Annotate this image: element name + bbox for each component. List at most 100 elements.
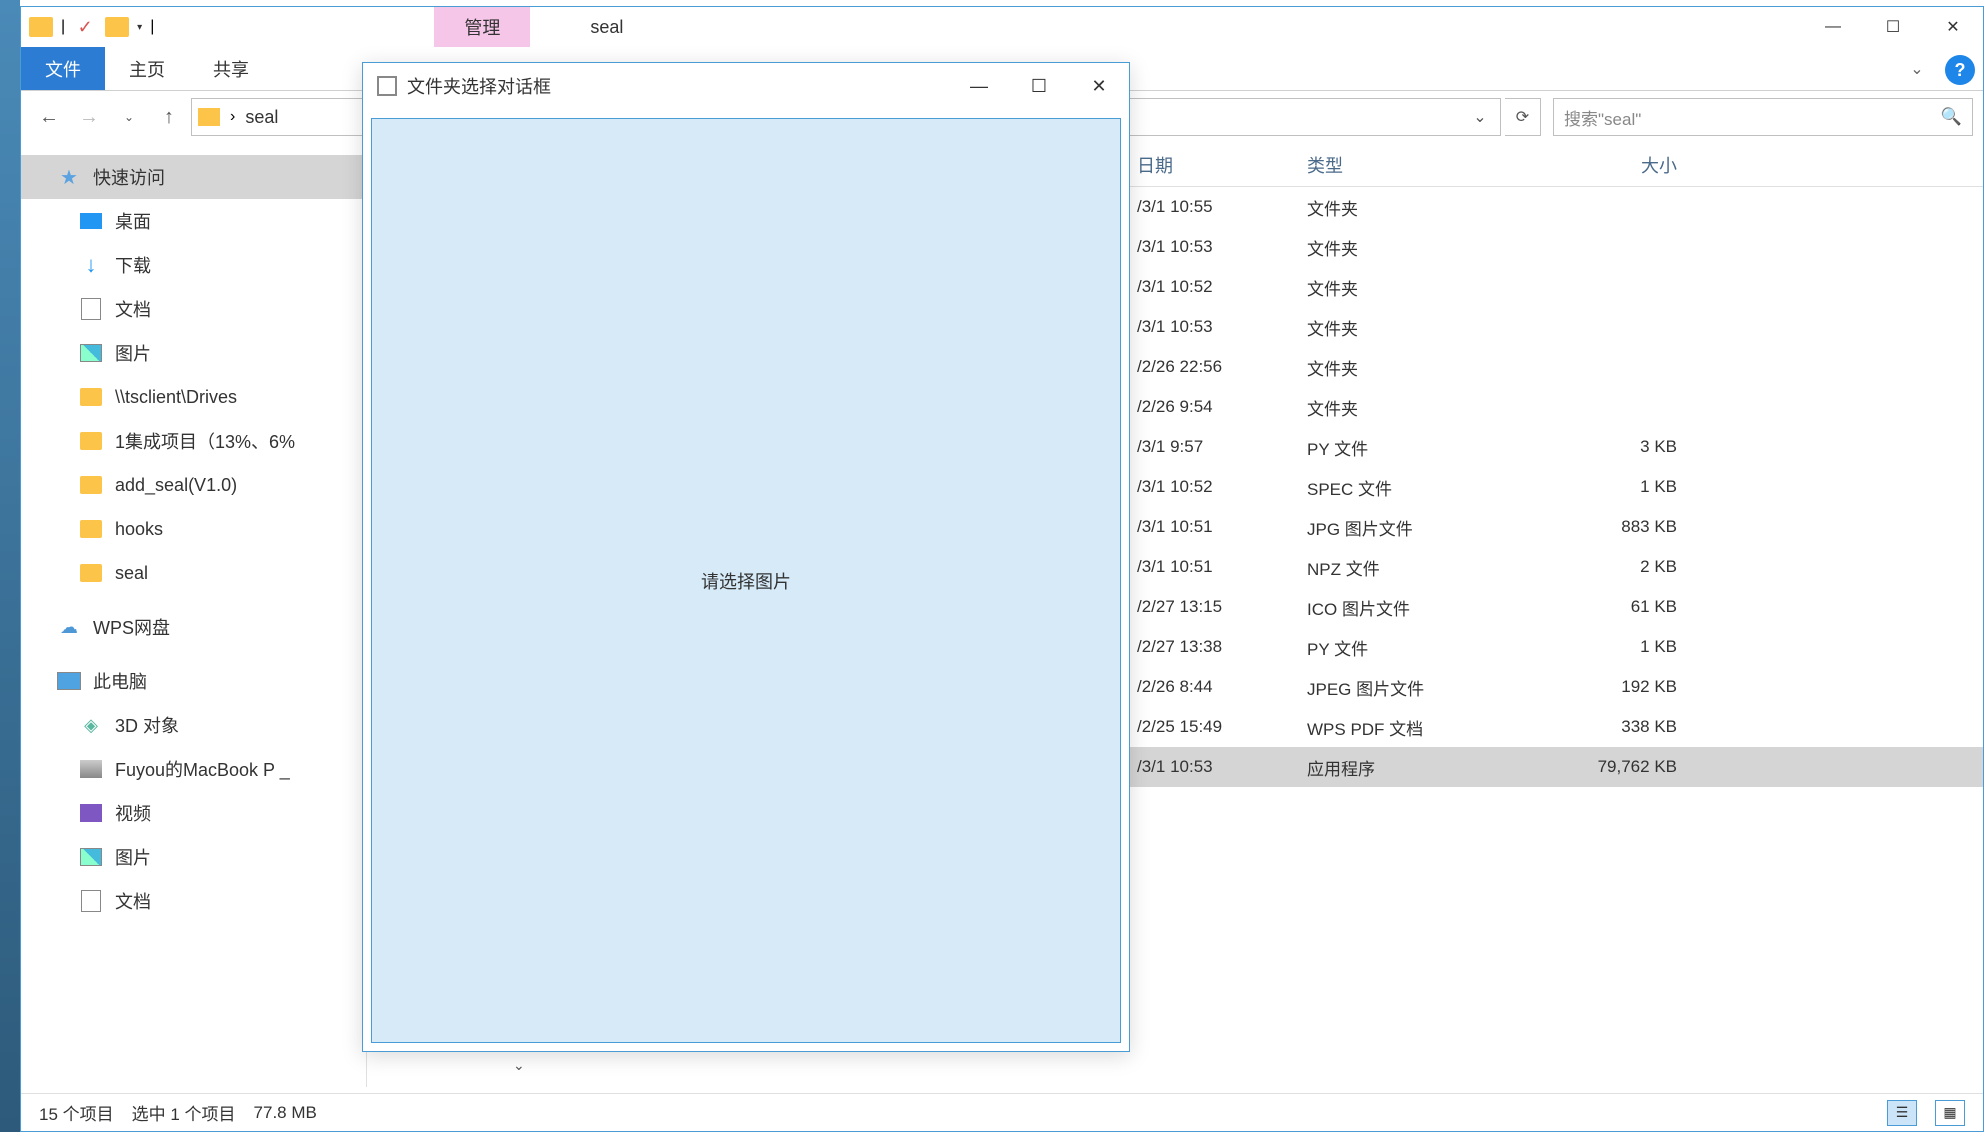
separator: | — [61, 18, 65, 36]
file-size: 2 KB — [1537, 557, 1697, 577]
sidebar-video[interactable]: 视频 — [21, 791, 366, 835]
close-button[interactable]: ✕ — [1923, 7, 1983, 47]
sidebar-label: 快速访问 — [93, 164, 165, 190]
recent-dropdown[interactable]: ⌄ — [111, 99, 147, 135]
sidebar-label: \\tsclient\Drives — [115, 387, 237, 408]
header-size[interactable]: 大小 — [1537, 152, 1697, 178]
pictures-icon — [79, 341, 103, 365]
minimize-button[interactable]: — — [949, 63, 1009, 109]
share-tab[interactable]: 共享 — [189, 47, 273, 90]
minimize-button[interactable]: — — [1803, 7, 1863, 47]
sidebar-label: 文档 — [115, 296, 151, 322]
file-date: /3/1 10:51 — [1127, 517, 1307, 537]
collapse-ribbon-icon[interactable]: ⌄ — [1897, 47, 1937, 90]
search-input[interactable]: 搜索"seal" 🔍 — [1553, 98, 1973, 136]
file-date: /2/26 22:56 — [1127, 357, 1307, 377]
folder-icon[interactable] — [105, 17, 129, 37]
sidebar-label: seal — [115, 563, 148, 584]
address-dropdown-icon[interactable]: ⌄ — [1466, 99, 1494, 135]
file-date: /3/1 10:51 — [1127, 557, 1307, 577]
file-size: 883 KB — [1537, 517, 1697, 537]
sidebar-thispc[interactable]: 此电脑 — [21, 659, 366, 703]
sidebar-addseal[interactable]: add_seal(V1.0) — [21, 463, 366, 507]
3d-icon: ◈ — [79, 713, 103, 737]
sidebar-mac[interactable]: Fuyou的MacBook P _ — [21, 747, 366, 791]
forward-button[interactable]: → — [71, 99, 107, 135]
file-date: /2/26 8:44 — [1127, 677, 1307, 697]
sidebar-label: hooks — [115, 519, 163, 540]
status-selected: 选中 1 个项目 — [132, 1100, 236, 1125]
breadcrumb-segment[interactable]: seal — [245, 107, 278, 128]
file-type: ICO 图片文件 — [1307, 595, 1537, 620]
home-tab[interactable]: 主页 — [105, 47, 189, 90]
manage-tab[interactable]: 管理 — [434, 7, 530, 47]
file-type: NPZ 文件 — [1307, 555, 1537, 580]
sidebar-pictures2[interactable]: 图片 — [21, 835, 366, 879]
desktop-sliver — [0, 0, 20, 1132]
sidebar-hooks[interactable]: hooks — [21, 507, 366, 551]
file-size: 79,762 KB — [1537, 757, 1697, 777]
dropdown-icon[interactable]: ▾ — [137, 22, 142, 33]
file-date: /2/27 13:15 — [1127, 597, 1307, 617]
sidebar-label: 视频 — [115, 800, 151, 826]
details-view-button[interactable]: ☰ — [1887, 1100, 1917, 1126]
sidebar-documents[interactable]: 文档 — [21, 287, 366, 331]
file-type: 文件夹 — [1307, 395, 1537, 420]
titlebar: | ✓ ▾ | 管理 seal — ☐ ✕ — [21, 7, 1983, 47]
cloud-icon: ☁ — [57, 615, 81, 639]
file-size: 61 KB — [1537, 597, 1697, 617]
sidebar-label: 文档 — [115, 888, 151, 914]
sidebar-wps[interactable]: ☁ WPS网盘 — [21, 605, 366, 649]
file-date: /3/1 9:57 — [1127, 437, 1307, 457]
up-button[interactable]: ↑ — [151, 99, 187, 135]
icons-view-button[interactable]: ▦ — [1935, 1100, 1965, 1126]
check-icon[interactable]: ✓ — [73, 15, 97, 39]
refresh-button[interactable]: ⟳ — [1505, 98, 1541, 136]
quick-access-toolbar: | ✓ ▾ | — [21, 15, 154, 39]
dialog-titlebar[interactable]: 文件夹选择对话框 — ☐ ✕ — [363, 63, 1129, 109]
back-button[interactable]: ← — [31, 99, 67, 135]
header-type[interactable]: 类型 — [1307, 152, 1537, 178]
dialog-body[interactable]: 请选择图片 — [371, 118, 1121, 1043]
status-bar: 15 个项目 选中 1 个项目 77.8 MB ☰ ▦ — [21, 1093, 1983, 1131]
file-tab[interactable]: 文件 — [21, 47, 105, 90]
pictures-icon — [79, 845, 103, 869]
help-button[interactable]: ? — [1945, 55, 1975, 85]
file-type: SPEC 文件 — [1307, 475, 1537, 500]
chevron-down-icon[interactable]: ⌄ — [513, 1057, 525, 1074]
document-icon — [79, 889, 103, 913]
file-date: /3/1 10:52 — [1127, 477, 1307, 497]
maximize-button[interactable]: ☐ — [1863, 7, 1923, 47]
sidebar-3d[interactable]: ◈ 3D 对象 — [21, 703, 366, 747]
dialog-title: 文件夹选择对话框 — [407, 73, 551, 99]
search-placeholder: 搜索"seal" — [1564, 105, 1941, 130]
folder-icon — [79, 517, 103, 541]
sidebar-downloads[interactable]: ↓ 下载 — [21, 243, 366, 287]
folder-select-dialog: 文件夹选择对话框 — ☐ ✕ 请选择图片 — [362, 62, 1130, 1052]
file-type: JPEG 图片文件 — [1307, 675, 1537, 700]
maximize-button[interactable]: ☐ — [1009, 63, 1069, 109]
file-date: /2/26 9:54 — [1127, 397, 1307, 417]
search-icon: 🔍 — [1941, 107, 1962, 127]
sidebar-quick-access[interactable]: ★ 快速访问 — [21, 155, 366, 199]
file-size: 1 KB — [1537, 477, 1697, 497]
sidebar-label: Fuyou的MacBook P _ — [115, 756, 290, 782]
header-date[interactable]: 日期 — [1127, 152, 1307, 178]
file-date: /3/1 10:53 — [1127, 317, 1307, 337]
close-button[interactable]: ✕ — [1069, 63, 1129, 109]
file-type: 文件夹 — [1307, 275, 1537, 300]
sidebar-desktop[interactable]: 桌面 — [21, 199, 366, 243]
sidebar-project1[interactable]: 1集成项目（13%、6% — [21, 419, 366, 463]
sidebar-seal[interactable]: seal — [21, 551, 366, 595]
folder-icon — [79, 561, 103, 585]
pc-icon — [57, 669, 81, 693]
folder-icon — [79, 473, 103, 497]
sidebar-documents2[interactable]: 文档 — [21, 879, 366, 923]
sidebar-tsclient[interactable]: \\tsclient\Drives — [21, 375, 366, 419]
sidebar-label: WPS网盘 — [93, 614, 170, 640]
navigation-sidebar: ★ 快速访问 桌面 ↓ 下载 文档 图片 \\tsclient\Drives — [21, 143, 367, 1087]
sidebar-pictures[interactable]: 图片 — [21, 331, 366, 375]
folder-icon — [79, 429, 103, 453]
dialog-prompt: 请选择图片 — [701, 568, 791, 594]
folder-icon — [29, 17, 53, 37]
